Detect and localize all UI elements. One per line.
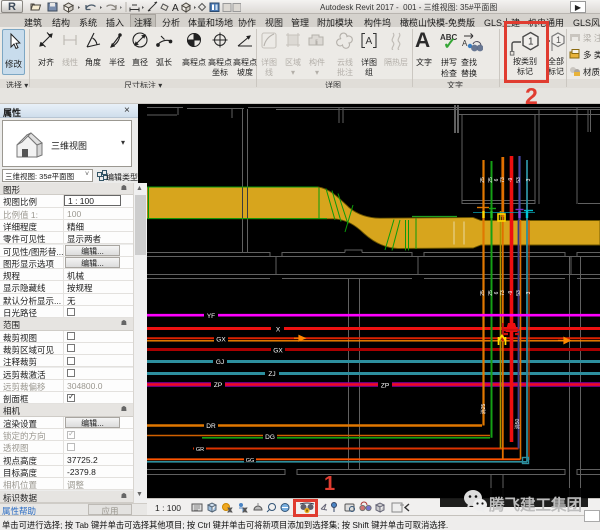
svg-text:DG: DG xyxy=(265,434,275,441)
svg-text:3: 3 xyxy=(526,178,532,181)
svg-text:-9: -9 xyxy=(508,178,514,183)
svg-text:x: x xyxy=(243,507,247,514)
svg-text:A: A xyxy=(172,3,179,14)
svg-text:消50: 消50 xyxy=(514,419,521,430)
svg-text:A: A xyxy=(462,39,468,48)
svg-text:GJ: GJ xyxy=(216,359,224,366)
svg-text:GG: GG xyxy=(246,458,255,464)
svg-text:X: X xyxy=(276,327,281,334)
svg-text:DR: DR xyxy=(206,423,216,430)
svg-text:A: A xyxy=(366,36,373,47)
svg-text:3: 3 xyxy=(526,291,532,294)
svg-text:-9: -9 xyxy=(508,291,514,296)
svg-text:ZP: ZP xyxy=(214,382,222,389)
svg-text:73: 73 xyxy=(500,290,506,296)
svg-text:GX: GX xyxy=(216,337,226,344)
svg-text:53: 53 xyxy=(516,177,522,183)
svg-text:25: 25 xyxy=(480,177,486,183)
svg-text:ZJ: ZJ xyxy=(268,371,275,378)
svg-text:53: 53 xyxy=(516,290,522,296)
svg-text:ZP: ZP xyxy=(381,383,389,390)
svg-text:YF: YF xyxy=(207,313,215,320)
svg-text:消25: 消25 xyxy=(480,404,487,415)
svg-text:73: 73 xyxy=(500,177,506,183)
svg-text:GX: GX xyxy=(273,348,283,355)
svg-text:1: 1 xyxy=(556,35,561,45)
svg-text:25: 25 xyxy=(480,290,486,296)
svg-text:GR: GR xyxy=(196,447,204,453)
svg-text:x: x xyxy=(228,507,232,514)
